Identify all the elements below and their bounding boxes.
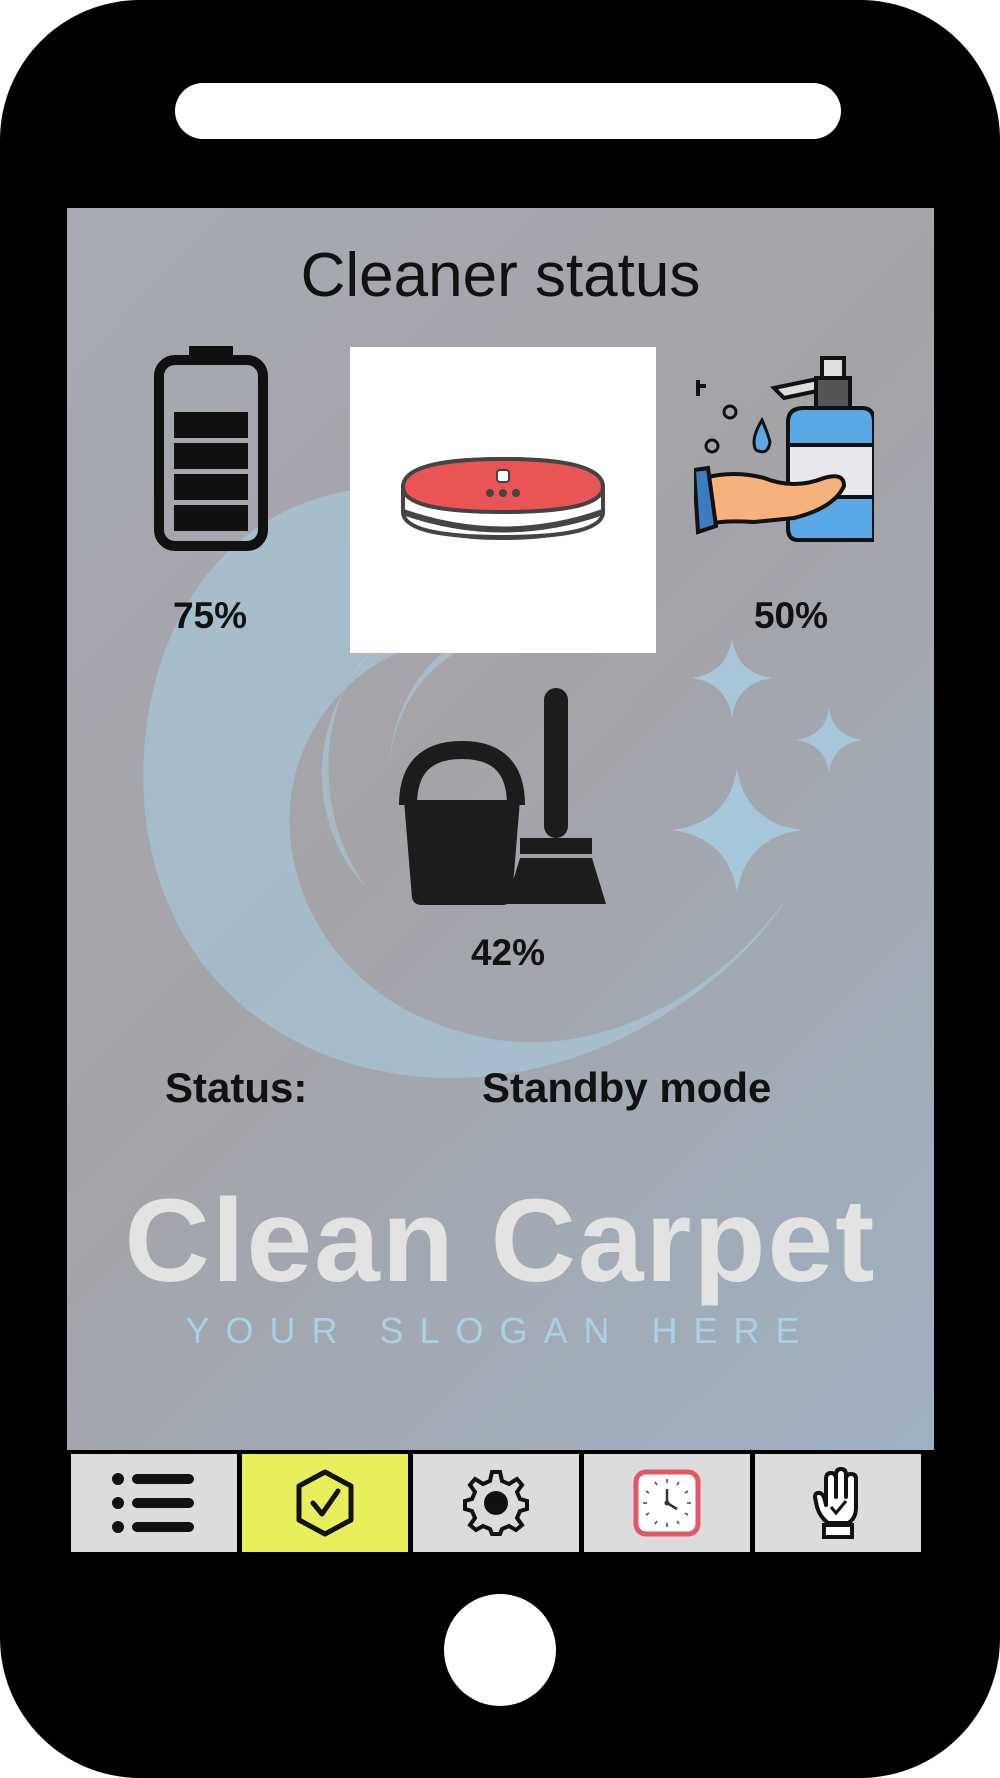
robot-vacuum-icon <box>400 456 606 540</box>
page-title: Cleaner status <box>300 241 701 310</box>
soap-dispenser-icon <box>694 356 874 542</box>
list-icon <box>112 1473 194 1533</box>
bucket-broom-icon <box>399 688 606 905</box>
sparkle-large <box>672 768 802 893</box>
tab-manual-control[interactable] <box>755 1454 921 1552</box>
hand-icon <box>813 1467 858 1539</box>
brand-name: Clean Carpet <box>124 1175 877 1307</box>
detergent-level-label: 50% <box>753 595 829 636</box>
tab-menu[interactable] <box>71 1454 237 1552</box>
robot-image-card <box>350 347 656 653</box>
brand-slogan: YOUR SLOGAN HERE <box>185 1310 816 1351</box>
cleaning-progress-label: 42% <box>470 932 546 973</box>
screen: Cleaner status 75% 50% 42% Status: Stand… <box>67 208 934 1450</box>
speaker-grille <box>175 83 841 139</box>
status-value: Standby mode <box>482 1064 772 1111</box>
clock-icon <box>633 1469 701 1537</box>
battery-level-label: 75% <box>172 595 248 636</box>
bottom-tab-bar <box>67 1450 934 1555</box>
phone-frame: Cleaner status 75% 50% 42% Status: Stand… <box>0 0 1000 1778</box>
gear-icon <box>463 1470 529 1536</box>
status-key-label: Status: <box>165 1064 308 1111</box>
home-button[interactable] <box>444 1594 556 1706</box>
sparkle-small <box>796 708 862 773</box>
tab-schedule[interactable] <box>584 1454 750 1552</box>
battery-icon <box>154 346 268 551</box>
tab-settings[interactable] <box>413 1454 579 1552</box>
tab-status[interactable] <box>242 1454 408 1552</box>
sparkle-medium <box>692 638 772 718</box>
shield-check-icon <box>296 1469 354 1537</box>
